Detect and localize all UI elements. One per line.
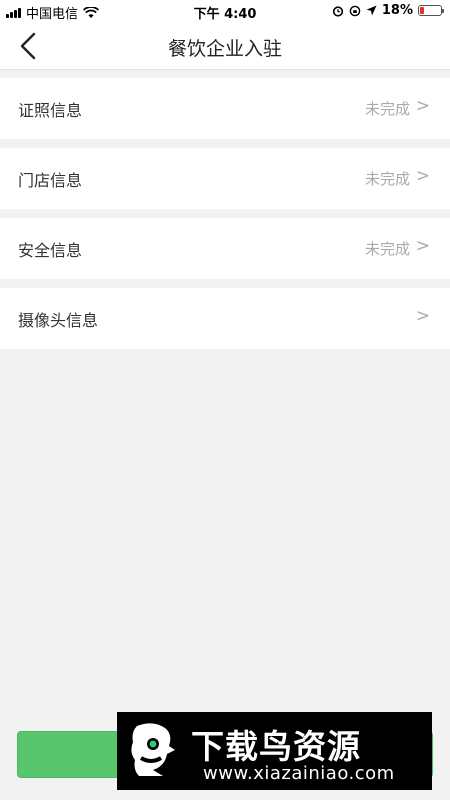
list-item-status: 未完成 bbox=[364, 170, 410, 188]
location-icon bbox=[366, 5, 377, 16]
list-item-camera-info[interactable]: 摄像头信息 > bbox=[0, 288, 450, 349]
battery-icon bbox=[418, 5, 444, 16]
list-item-label: 证照信息 bbox=[18, 101, 83, 120]
list-item-label: 摄像头信息 bbox=[18, 311, 99, 330]
chevron-right-icon: > bbox=[415, 306, 430, 326]
bird-logo-icon bbox=[131, 723, 175, 776]
list-item-store-info[interactable]: 门店信息 未完成 > bbox=[0, 148, 450, 209]
navigation-bar: 餐饮企业入驻 bbox=[0, 22, 450, 70]
chevron-right-icon: > bbox=[415, 166, 430, 186]
page-title: 餐饮企业入驻 bbox=[167, 38, 282, 60]
list-item-status: 未完成 bbox=[364, 100, 410, 118]
chevron-right-icon: > bbox=[415, 96, 430, 116]
watermark-url: www.xiazainiao.com bbox=[203, 763, 395, 784]
watermark-title: 下载鸟资源 bbox=[191, 727, 361, 766]
rotation-lock-icon bbox=[349, 5, 361, 16]
alarm-icon bbox=[332, 5, 343, 17]
chevron-right-icon: > bbox=[415, 236, 430, 256]
battery-level bbox=[420, 7, 424, 14]
info-list: 证照信息 未完成 > 门店信息 未完成 > 安全信息 未完成 > 摄像头信息 > bbox=[0, 78, 450, 358]
list-item-label: 安全信息 bbox=[18, 241, 83, 260]
status-bar: 中国电信 下午 4:40 18% bbox=[0, 0, 450, 22]
list-item-status: 未完成 bbox=[364, 240, 410, 258]
list-item-label: 门店信息 bbox=[18, 171, 83, 190]
list-item-license-info[interactable]: 证照信息 未完成 > bbox=[0, 78, 450, 139]
list-item-safety-info[interactable]: 安全信息 未完成 > bbox=[0, 218, 450, 279]
status-right: 18% bbox=[332, 3, 444, 18]
battery-percent: 18% bbox=[381, 3, 413, 18]
watermark-banner: 下载鸟资源 www.xiazainiao.com bbox=[117, 712, 432, 790]
